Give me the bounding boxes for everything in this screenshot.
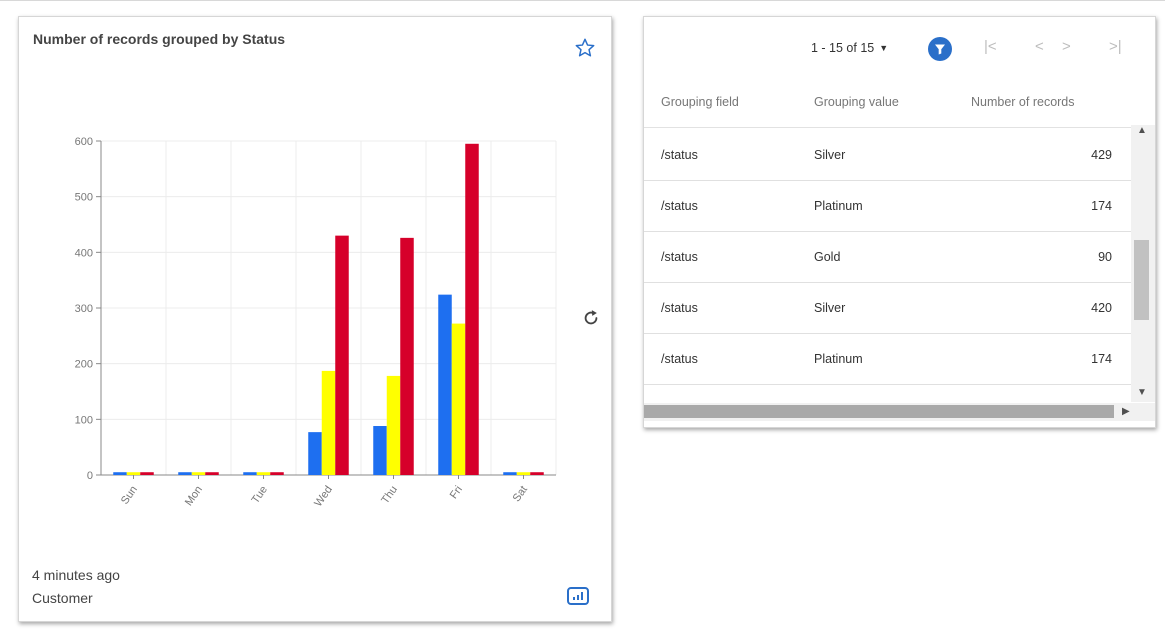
y-tick-label: 400: [75, 247, 93, 259]
bar-mon: [178, 472, 192, 475]
chart-title: Number of records grouped by Status: [33, 31, 286, 47]
cell-record-count: 420: [1091, 301, 1112, 315]
x-tick-label: Sun: [119, 484, 140, 507]
chart-type-button[interactable]: [567, 587, 589, 605]
cell-record-count: 174: [1091, 199, 1112, 213]
bar-sun: [140, 472, 154, 475]
bar-chart-icon: [573, 592, 583, 600]
table-row[interactable]: /status Platinum 174: [644, 181, 1132, 232]
header-divider: [644, 127, 1134, 128]
x-tick-label: Sat: [511, 484, 530, 504]
bar-sat: [530, 472, 544, 475]
bar-tue: [243, 472, 257, 475]
column-header-number-of-records[interactable]: Number of records: [971, 95, 1075, 109]
page-range-text: 1 - 15 of 15: [811, 41, 875, 55]
bar-sat: [516, 472, 531, 475]
x-tick-label: Wed: [312, 484, 335, 509]
scroll-down-arrow-icon[interactable]: ▼: [1137, 387, 1147, 398]
bar-chart: 0 100 200 300 400 500 600 Sun Mon Tue Wed Thu Fri Sat: [75, 136, 557, 509]
last-page-button[interactable]: >|: [1109, 38, 1122, 55]
cell-grouping-value: Gold: [814, 250, 841, 264]
bar-thu: [386, 375, 401, 475]
table-row[interactable]: /status Platinum 174: [644, 334, 1132, 385]
table-row[interactable]: /status Silver 429: [644, 130, 1132, 181]
column-header-grouping-field[interactable]: Grouping field: [661, 95, 739, 109]
grouping-table-card: 1 - 15 of 15 ▼ |< < > >| Grouping field G…: [643, 16, 1156, 428]
horizontal-scrollbar-thumb[interactable]: [644, 405, 1114, 418]
bar-thu: [373, 426, 387, 475]
x-tick-label: Tue: [249, 484, 269, 506]
scroll-right-arrow-icon[interactable]: ▶: [1122, 406, 1130, 417]
y-tick-label: 200: [75, 359, 93, 371]
page-range-dropdown[interactable]: 1 - 15 of 15 ▼: [811, 41, 888, 55]
bar-sun: [113, 472, 127, 475]
first-page-button[interactable]: |<: [984, 38, 997, 55]
y-tick-label: 600: [75, 136, 93, 148]
cell-record-count: 90: [1098, 250, 1112, 264]
chart-card: 0 100 200 300 400 500 600 Sun Mon Tue Wed Thu Fri Sat…: [18, 16, 612, 622]
bar-fri: [465, 143, 479, 475]
vertical-scrollbar-thumb[interactable]: [1134, 240, 1149, 320]
y-tick-label: 300: [75, 303, 93, 315]
bar-tue: [270, 472, 284, 475]
entity-name-text: Customer: [32, 590, 93, 606]
bar-tue: [256, 472, 271, 475]
cell-record-count: 429: [1091, 148, 1112, 162]
cell-grouping-value: Platinum: [814, 199, 863, 213]
cell-grouping-value: Silver: [814, 301, 846, 315]
bar-wed: [308, 432, 322, 475]
cell-grouping-field: /status: [661, 148, 698, 162]
cell-grouping-value: Silver: [814, 148, 846, 162]
table-row[interactable]: /status Gold 90: [644, 232, 1132, 283]
table-row[interactable]: /status Silver 420: [644, 283, 1132, 334]
bar-wed: [335, 235, 349, 475]
refresh-icon[interactable]: [581, 308, 601, 328]
bar-thu: [400, 237, 414, 475]
last-updated-text: 4 minutes ago: [32, 567, 120, 583]
cell-grouping-field: /status: [661, 250, 698, 264]
bar-mon: [205, 472, 219, 475]
next-page-button[interactable]: >: [1062, 38, 1071, 55]
y-tick-label: 0: [87, 470, 93, 482]
y-tick-label: 100: [75, 414, 93, 426]
cell-grouping-field: /status: [661, 199, 698, 213]
x-tick-label: Mon: [183, 484, 205, 508]
cell-grouping-value: Platinum: [814, 352, 863, 366]
table-body: /status Silver 429 /status Platinum 174 …: [644, 130, 1132, 402]
filter-button[interactable]: [928, 37, 952, 61]
prev-page-button[interactable]: <: [1035, 38, 1044, 55]
bar-fri: [438, 294, 452, 475]
cell-record-count: 174: [1091, 352, 1112, 366]
bar-sun: [126, 472, 141, 475]
star-icon[interactable]: [574, 37, 596, 59]
x-tick-label: Fri: [448, 484, 465, 501]
y-tick-label: 500: [75, 192, 93, 204]
bar-wed: [321, 370, 336, 475]
column-header-grouping-value[interactable]: Grouping value: [814, 95, 899, 109]
caret-down-icon: ▼: [879, 43, 889, 53]
filter-icon: [935, 44, 945, 55]
bar-fri: [451, 323, 466, 475]
top-divider: [0, 0, 1165, 1]
x-tick-label: Thu: [379, 484, 400, 506]
bar-sat: [503, 472, 517, 475]
bar-mon: [191, 472, 206, 475]
cell-grouping-field: /status: [661, 301, 698, 315]
scroll-up-arrow-icon[interactable]: ▲: [1137, 125, 1147, 136]
cell-grouping-field: /status: [661, 352, 698, 366]
